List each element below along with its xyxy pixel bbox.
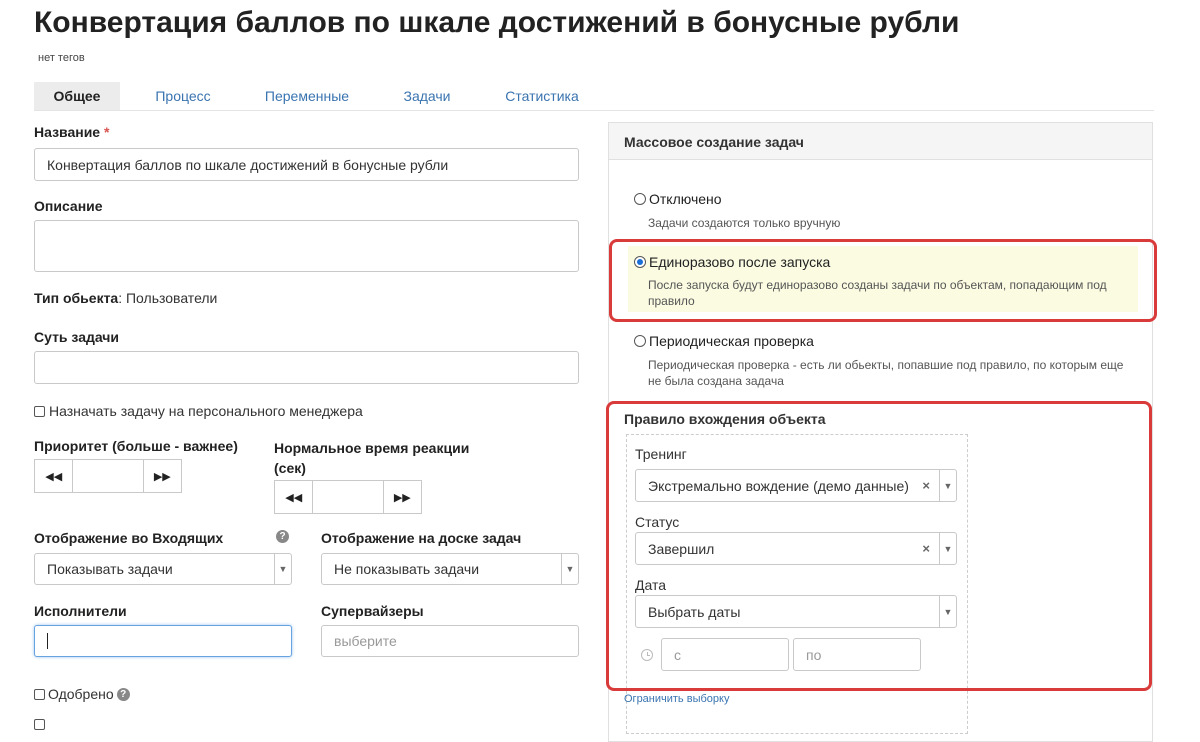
name-label: Название * (34, 124, 109, 140)
option-periodic-desc: Периодическая проверка - есть ли обьекты… (648, 358, 1124, 388)
supervisors-label: Супервайзеры (321, 603, 424, 619)
task-essence-input[interactable] (34, 351, 579, 384)
priority-label: Приоритет (больше - важнее) (34, 438, 238, 454)
description-label: Описание (34, 198, 103, 214)
mass-creation-title: Массовое создание задач (624, 134, 804, 150)
tab-variables[interactable]: Переменные (252, 82, 362, 110)
priority-decrement-button[interactable]: ◀◀ (35, 460, 72, 492)
tags-label: нет тегов (38, 52, 85, 64)
option-disabled-label: Отключено (649, 191, 722, 207)
option-periodic[interactable]: Периодическая проверка (634, 333, 814, 349)
reaction-time-increment-button[interactable]: ▶▶ (384, 481, 421, 513)
tab-statistics[interactable]: Статистика (494, 82, 590, 110)
page-title: Конвертация баллов по шкале достижений в… (34, 6, 960, 39)
supervisors-input[interactable]: выберите (321, 625, 579, 657)
assign-manager-label: Назначать задачу на персонального менедж… (49, 403, 363, 419)
option-disabled-desc: Задачи создаются только вручную (648, 216, 841, 230)
reaction-time-label: Нормальное время реакции (сек) (274, 440, 470, 476)
board-display-label: Отображение на доске задач (321, 530, 522, 546)
board-display-select[interactable]: Не показывать задачи ▼ (321, 553, 579, 585)
option-disabled[interactable]: Отключено (634, 191, 722, 207)
priority-stepper: ◀◀ ▶▶ (34, 459, 182, 493)
chevron-down-icon: ▼ (561, 554, 578, 584)
text-caret (47, 633, 48, 649)
inbox-help-icon[interactable]: ? (276, 530, 289, 543)
executors-label: Исполнители (34, 603, 127, 619)
description-textarea[interactable] (34, 220, 579, 272)
object-type-value: : Пользователи (118, 290, 218, 306)
highlight-box (606, 401, 1152, 691)
name-input[interactable]: Конвертация баллов по шкале достижений в… (34, 148, 579, 181)
tab-tasks[interactable]: Задачи (392, 82, 462, 110)
inbox-display-value: Показывать задачи (47, 561, 173, 577)
reaction-time-decrement-button[interactable]: ◀◀ (275, 481, 312, 513)
required-mark: * (103, 124, 110, 140)
assign-manager-row: Назначать задачу на персонального менедж… (34, 403, 363, 419)
tab-process[interactable]: Процесс (140, 82, 226, 110)
object-type-label: Тип обьекта (34, 290, 119, 306)
reaction-time-value[interactable] (312, 481, 384, 513)
approved-row: Одобрено ? (34, 686, 130, 702)
approved-help-icon[interactable]: ? (116, 687, 130, 701)
inbox-display-label: Отображение во Входящих (34, 530, 224, 546)
priority-value[interactable] (72, 460, 144, 492)
approved-label: Одобрено (48, 686, 114, 702)
task-essence-label: Суть задачи (34, 329, 120, 345)
chevron-down-icon: ▼ (274, 554, 291, 584)
board-display-value: Не показывать задачи (334, 561, 480, 577)
assign-manager-checkbox[interactable] (34, 405, 45, 417)
approved-checkbox[interactable] (34, 688, 45, 700)
option-periodic-label: Периодическая проверка (649, 333, 814, 349)
tabs-divider (34, 110, 1154, 111)
priority-increment-button[interactable]: ▶▶ (144, 460, 181, 492)
reaction-time-stepper: ◀◀ ▶▶ (274, 480, 422, 514)
option-disabled-radio[interactable] (634, 193, 646, 205)
limit-selection-link[interactable]: Ограничить выборку (624, 693, 729, 705)
tab-general[interactable]: Общее (34, 82, 120, 110)
executors-input[interactable] (34, 625, 292, 657)
object-type: Тип обьекта: Пользователи (34, 290, 217, 306)
highlight-box (609, 239, 1157, 322)
name-label-text: Название (34, 124, 101, 140)
inbox-display-select[interactable]: Показывать задачи ▼ (34, 553, 292, 585)
option-periodic-radio[interactable] (634, 335, 646, 347)
